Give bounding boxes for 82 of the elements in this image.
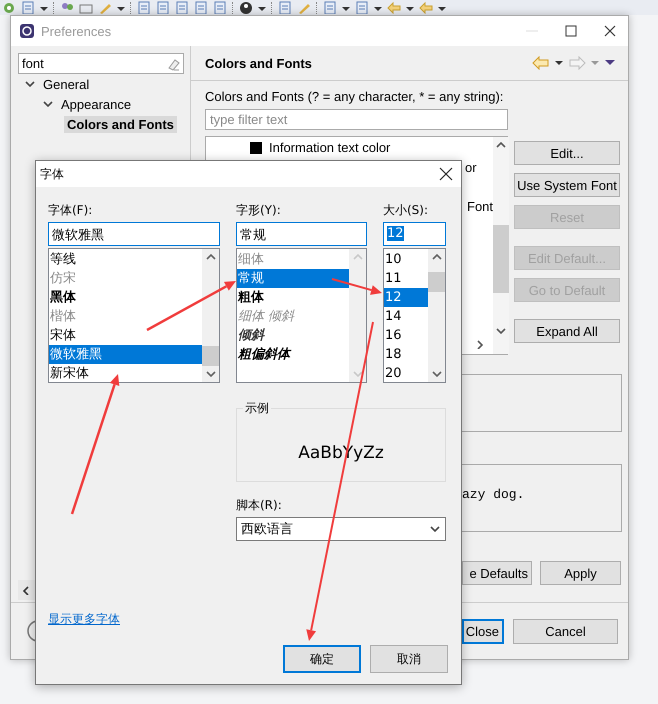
group-label: 示例 bbox=[244, 400, 270, 417]
field-label: 字体(F): bbox=[48, 202, 94, 219]
clear-icon[interactable] bbox=[166, 56, 180, 70]
button[interactable]: 取消 bbox=[370, 645, 448, 673]
chevron-up-icon[interactable] bbox=[204, 252, 216, 262]
chevron-down-icon[interactable] bbox=[204, 369, 216, 379]
more-fonts-link[interactable]: 显示更多字体 bbox=[48, 611, 120, 628]
chevron-down-icon[interactable] bbox=[430, 369, 442, 379]
list-option[interactable]: 宋体 bbox=[49, 326, 202, 345]
chevron-down-icon[interactable] bbox=[495, 326, 508, 336]
button[interactable]: Expand All bbox=[514, 319, 620, 343]
option-list[interactable]: 10 11 12 14 16 18 20 bbox=[383, 248, 446, 383]
document-icon[interactable] bbox=[21, 1, 35, 14]
chevron-down-icon[interactable] bbox=[42, 99, 54, 109]
list-option[interactable]: 新宋体 bbox=[49, 364, 202, 382]
script-dropdown[interactable]: 西欧语言 bbox=[236, 517, 446, 541]
input-field[interactable]: 12 bbox=[383, 222, 446, 246]
list-item[interactable]: Information text color bbox=[269, 140, 390, 156]
page-title: Colors and Fonts bbox=[205, 56, 312, 70]
filter-label: Colors and Fonts (? = any character, * = any string): bbox=[205, 89, 504, 104]
chevron-down-icon[interactable] bbox=[24, 79, 36, 89]
tree-item[interactable]: Appearance bbox=[58, 96, 134, 112]
list-option[interactable]: 常规 bbox=[237, 269, 349, 288]
list-option[interactable]: 楷体 bbox=[49, 307, 202, 326]
option-list[interactable]: 等线 仿宋 黑体 楷体 宋体 微软雅黑 新宋体 bbox=[48, 248, 220, 383]
scroll-thumb[interactable] bbox=[493, 225, 510, 293]
list-option[interactable]: 10 bbox=[384, 250, 428, 269]
list-option[interactable]: 18 bbox=[384, 345, 428, 364]
filter-field[interactable]: type filter text bbox=[205, 109, 508, 130]
dialog-title: 字体 bbox=[40, 166, 64, 182]
document-icon[interactable] bbox=[323, 1, 337, 14]
document-icon[interactable] bbox=[278, 1, 292, 14]
preview-text: azy dog. bbox=[462, 486, 524, 502]
button[interactable]: Edit... bbox=[514, 141, 620, 165]
help-icon[interactable] bbox=[26, 619, 36, 643]
field-label: 字形(Y): bbox=[236, 202, 282, 219]
chevron-down-icon[interactable] bbox=[429, 524, 441, 534]
button[interactable]: Close bbox=[462, 618, 504, 644]
list-item[interactable]: or bbox=[465, 160, 477, 175]
list-option[interactable]: 12 bbox=[384, 288, 428, 307]
list-item[interactable]: Font bbox=[467, 198, 494, 214]
document-icon[interactable] bbox=[156, 1, 170, 14]
list-option[interactable]: 11 bbox=[384, 269, 428, 288]
chevron-up-icon[interactable] bbox=[430, 252, 442, 262]
list-option[interactable]: 微软雅黑 bbox=[49, 345, 202, 364]
scroll-thumb[interactable] bbox=[428, 272, 445, 292]
field-label: 脚本(R): bbox=[236, 497, 283, 514]
button[interactable]: 确定 bbox=[283, 645, 361, 673]
chevron-up-icon[interactable] bbox=[495, 140, 508, 150]
window-title: Preferences bbox=[41, 24, 112, 38]
document-icon[interactable] bbox=[137, 1, 151, 14]
button[interactable]: Apply bbox=[540, 561, 621, 585]
scroll-thumb[interactable] bbox=[202, 346, 219, 366]
list-option[interactable]: 倾斜 bbox=[237, 326, 349, 345]
app-icon bbox=[19, 23, 35, 39]
document-icon[interactable] bbox=[175, 1, 189, 14]
close-icon[interactable] bbox=[439, 167, 453, 181]
button[interactable]: Cancel bbox=[513, 618, 618, 644]
list-option[interactable]: 粗体 bbox=[237, 288, 349, 307]
list-option[interactable]: 细体 倾斜 bbox=[237, 307, 349, 326]
document-icon[interactable] bbox=[213, 1, 227, 14]
option-list[interactable]: 细体 常规 粗体 细体 倾斜 倾斜 粗偏斜体 bbox=[236, 248, 367, 383]
input-field[interactable]: 常规 bbox=[236, 222, 367, 246]
button[interactable]: e Defaults bbox=[462, 561, 532, 585]
list-option[interactable]: 仿宋 bbox=[49, 269, 202, 288]
list-option[interactable]: 细体 bbox=[237, 250, 349, 269]
list-option[interactable]: 16 bbox=[384, 326, 428, 345]
document-icon[interactable] bbox=[355, 1, 369, 14]
scroll-left-button[interactable] bbox=[18, 580, 36, 600]
list-option[interactable]: 等线 bbox=[49, 250, 202, 269]
button[interactable]: Use System Font bbox=[514, 173, 620, 197]
list-option[interactable]: 粗偏斜体 bbox=[237, 345, 349, 364]
input-field[interactable]: 微软雅黑 bbox=[48, 222, 220, 246]
tree-item[interactable]: Colors and Fonts bbox=[64, 116, 177, 132]
document-icon[interactable] bbox=[194, 1, 208, 14]
tree-item[interactable]: General bbox=[40, 76, 92, 92]
list-option[interactable]: 黑体 bbox=[49, 288, 202, 307]
list-option[interactable]: 20 bbox=[384, 364, 428, 382]
search-field[interactable]: font bbox=[18, 53, 184, 74]
annotation-arrow bbox=[332, 278, 382, 295]
field-label: 大小(S): bbox=[383, 202, 430, 219]
list-option[interactable]: 14 bbox=[384, 307, 428, 326]
